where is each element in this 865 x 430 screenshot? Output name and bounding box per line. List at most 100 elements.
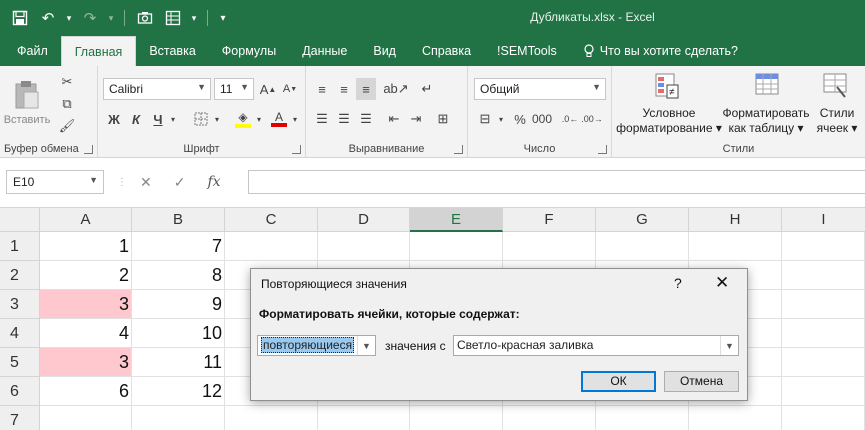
confirm-entry-icon[interactable]: ✓ xyxy=(174,174,186,191)
grid-cell[interactable] xyxy=(689,406,782,430)
align-middle-icon[interactable]: ≡ xyxy=(334,78,354,100)
font-size-dropdown[interactable]: 11 ▼ xyxy=(214,78,254,100)
borders-icon[interactable] xyxy=(190,108,212,130)
row-header[interactable]: 1 xyxy=(0,232,40,261)
align-left-icon[interactable]: ☰ xyxy=(312,108,332,130)
copy-icon[interactable]: ⧉ xyxy=(56,94,78,114)
number-launcher-icon[interactable] xyxy=(598,145,607,154)
column-header-e[interactable]: E xyxy=(410,208,503,232)
decrease-font-icon[interactable]: A ▼ xyxy=(280,78,300,100)
font-launcher-icon[interactable] xyxy=(292,145,301,154)
grid-cell[interactable] xyxy=(782,348,865,377)
grid-cell[interactable] xyxy=(596,406,689,430)
tab-file[interactable]: Файл xyxy=(4,36,61,66)
font-color-dropdown-icon[interactable]: ▾ xyxy=(290,108,300,130)
align-right-icon[interactable]: ☰ xyxy=(356,108,376,130)
align-top-icon[interactable]: ≡ xyxy=(312,78,332,100)
merge-center-icon[interactable]: ⊞ xyxy=(432,108,454,130)
grid-cell[interactable] xyxy=(410,406,503,430)
decrease-indent-icon[interactable]: ⇤ xyxy=(384,108,404,130)
row-header[interactable]: 7 xyxy=(0,406,40,430)
grid-cell[interactable]: 7 xyxy=(132,232,225,261)
grid-cell[interactable]: 6 xyxy=(40,377,132,406)
orientation-icon[interactable]: ab↗ xyxy=(383,78,408,100)
grid-cell[interactable]: 11 xyxy=(132,348,225,377)
bold-button[interactable]: Ж xyxy=(104,108,124,130)
font-color-icon[interactable]: A xyxy=(268,108,290,130)
grid-cell[interactable] xyxy=(689,232,782,261)
grid-cell[interactable] xyxy=(782,261,865,290)
grid-cell[interactable]: 12 xyxy=(132,377,225,406)
column-header-f[interactable]: F xyxy=(503,208,596,232)
grid-cell[interactable]: 8 xyxy=(132,261,225,290)
insert-function-icon[interactable]: fx xyxy=(207,174,220,190)
tab-formulas[interactable]: Формулы xyxy=(209,36,289,66)
tab-help[interactable]: Справка xyxy=(409,36,484,66)
grid-cell[interactable]: 10 xyxy=(132,319,225,348)
tell-me-search[interactable]: Что вы хотите сделать? xyxy=(570,36,751,66)
row-header[interactable]: 5 xyxy=(0,348,40,377)
cell-styles-button[interactable]: Стили ячеек ▾ xyxy=(812,106,862,136)
column-header-c[interactable]: C xyxy=(225,208,318,232)
grid-cell[interactable] xyxy=(318,406,410,430)
row-header[interactable]: 3 xyxy=(0,290,40,319)
cancel-entry-icon[interactable]: ✕ xyxy=(140,174,152,191)
thousands-icon[interactable]: 000 xyxy=(532,108,552,130)
clipboard-launcher-icon[interactable] xyxy=(84,145,93,154)
grid-cell[interactable] xyxy=(225,232,318,261)
column-header-a[interactable]: A xyxy=(40,208,132,232)
grid-cell[interactable] xyxy=(782,377,865,406)
currency-dropdown-icon[interactable]: ▾ xyxy=(496,108,506,130)
grid-cell[interactable]: 3 xyxy=(40,290,132,319)
underline-button[interactable]: Ч xyxy=(148,108,168,130)
grid-cell[interactable] xyxy=(410,232,503,261)
align-bottom-icon[interactable]: ≡ xyxy=(356,78,376,100)
grid-cell[interactable] xyxy=(225,406,318,430)
percent-icon[interactable]: % xyxy=(510,108,530,130)
format-painter-icon[interactable]: 🖌 xyxy=(56,116,78,136)
grid-cell[interactable] xyxy=(782,290,865,319)
wrap-text-icon[interactable]: ↵ xyxy=(416,78,438,100)
cancel-button[interactable]: Отмена xyxy=(664,371,739,392)
grid-cell[interactable] xyxy=(132,406,225,430)
underline-dropdown-icon[interactable]: ▾ xyxy=(168,108,178,130)
grid-cell[interactable] xyxy=(318,232,410,261)
grid-cell[interactable] xyxy=(782,319,865,348)
grid-cell[interactable]: 3 xyxy=(40,348,132,377)
grid-cell[interactable]: 2 xyxy=(40,261,132,290)
column-header-i[interactable]: I xyxy=(782,208,865,232)
increase-decimal-icon[interactable]: .0← xyxy=(560,108,580,130)
tab-insert[interactable]: Вставка xyxy=(136,36,208,66)
close-icon[interactable]: ✕ xyxy=(715,273,729,293)
decrease-decimal-icon[interactable]: .00→ xyxy=(581,108,603,130)
column-header-h[interactable]: H xyxy=(689,208,782,232)
currency-icon[interactable]: ⊟ xyxy=(474,108,496,130)
formula-bar-grip-icon[interactable]: ⋮ xyxy=(117,172,127,192)
increase-indent-icon[interactable]: ⇥ xyxy=(406,108,426,130)
grid-cell[interactable] xyxy=(503,232,596,261)
align-center-icon[interactable]: ☰ xyxy=(334,108,354,130)
grid-cell[interactable] xyxy=(40,406,132,430)
format-as-table-button[interactable]: Форматировать как таблицу ▾ xyxy=(720,106,812,136)
formula-input[interactable] xyxy=(248,170,865,194)
grid-cell[interactable] xyxy=(596,232,689,261)
increase-font-icon[interactable]: A ▲ xyxy=(258,78,278,100)
grid-cell[interactable] xyxy=(503,406,596,430)
row-header[interactable]: 4 xyxy=(0,319,40,348)
paste-button[interactable]: Вставить xyxy=(4,72,50,134)
help-button[interactable]: ? xyxy=(674,275,682,291)
tab-semtools[interactable]: !SEMTools xyxy=(484,36,570,66)
borders-dropdown-icon[interactable]: ▾ xyxy=(212,108,222,130)
grid-cell[interactable] xyxy=(782,406,865,430)
duplicate-type-select[interactable]: повторяющиеся ▼ xyxy=(257,335,376,356)
tab-view[interactable]: Вид xyxy=(360,36,409,66)
alignment-launcher-icon[interactable] xyxy=(454,145,463,154)
grid-cell[interactable]: 9 xyxy=(132,290,225,319)
conditional-formatting-button[interactable]: Условное форматирование ▾ xyxy=(612,106,726,136)
tab-home[interactable]: Главная xyxy=(60,36,137,66)
name-box[interactable]: E10 ▼ xyxy=(6,170,104,194)
fill-color-icon[interactable]: ◈ xyxy=(232,108,254,130)
format-style-select[interactable]: Светло-красная заливка ▼ xyxy=(453,335,739,356)
italic-button[interactable]: К xyxy=(126,108,146,130)
number-format-dropdown[interactable]: Общий ▼ xyxy=(474,78,606,100)
